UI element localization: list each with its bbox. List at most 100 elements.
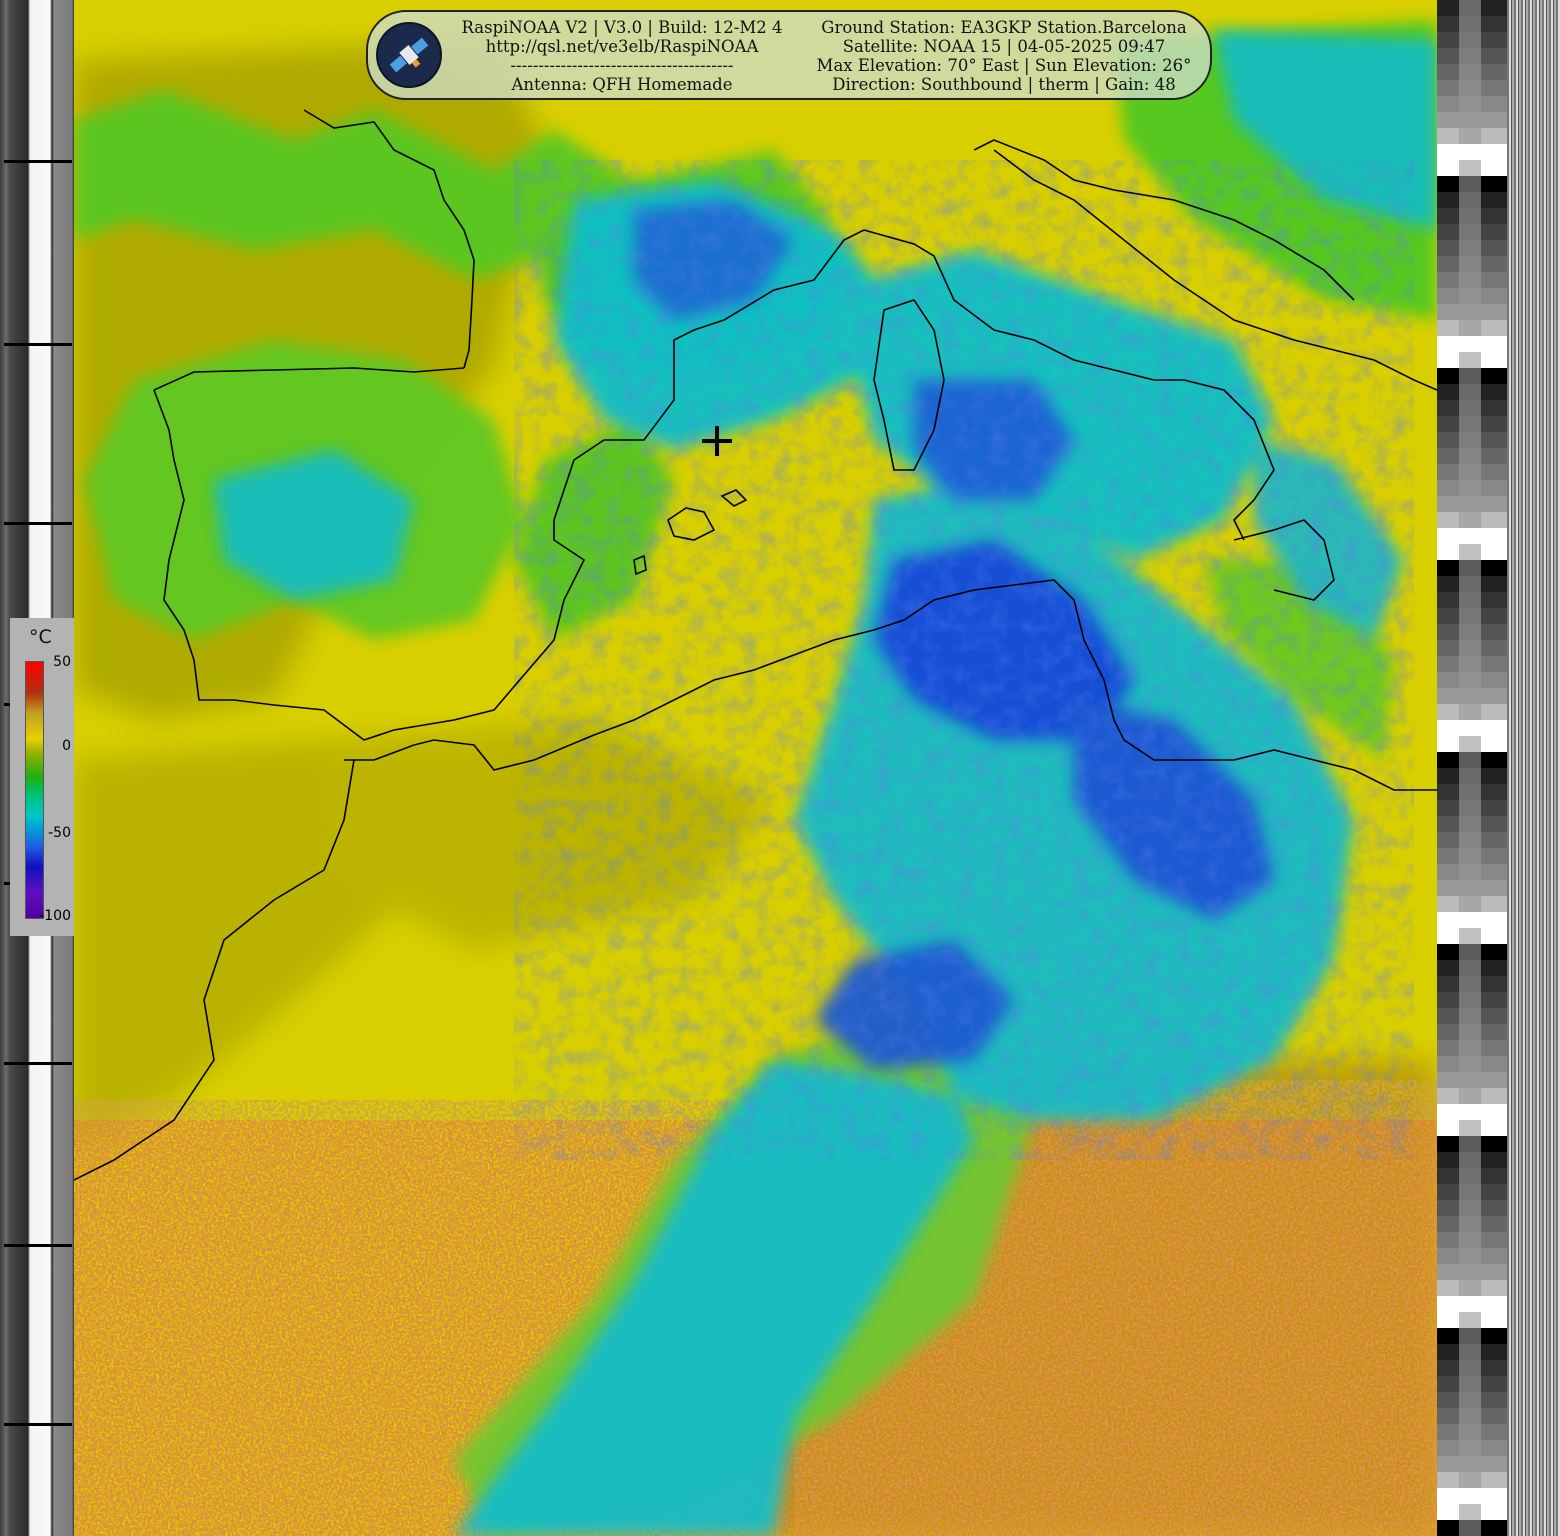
wedge-center (1459, 608, 1481, 624)
wedge-center (1459, 1344, 1481, 1360)
telemetry-noise-column (1507, 0, 1560, 1536)
wedge-center (1459, 112, 1481, 128)
wedge-center (1459, 976, 1481, 992)
wedge-center (1459, 144, 1481, 160)
wedge-center (1459, 320, 1481, 336)
sync-tick (4, 160, 72, 163)
wedge-center (1459, 1408, 1481, 1424)
wedge-center (1459, 528, 1481, 544)
wedge-center (1459, 400, 1481, 416)
antenna-info: Antenna: QFH Homemade (511, 75, 733, 94)
wedge-center (1459, 1152, 1481, 1168)
wedge-center (1459, 304, 1481, 320)
hud-left-column: RaspiNOAA V2 | V3.0 | Build: 12-M2 4 htt… (458, 18, 786, 94)
wedge-center (1459, 1376, 1481, 1392)
wedge-center (1459, 1120, 1481, 1136)
wedge-center (1459, 1456, 1481, 1472)
wedge-center (1459, 672, 1481, 688)
wedge-center (1459, 576, 1481, 592)
wedge-center (1459, 1136, 1481, 1152)
wedge-center (1459, 992, 1481, 1008)
wedge-center (1459, 1440, 1481, 1456)
wedge-center (1459, 736, 1481, 752)
wedge-center (1459, 1504, 1481, 1520)
temperature-legend: °C 50 0 -50 -100 (10, 618, 74, 936)
separator-line: ---------------------------------------- (510, 56, 734, 75)
wedge-center (1459, 928, 1481, 944)
calibration-wedges (1437, 0, 1507, 1536)
wedge-center (1459, 336, 1481, 352)
wedge-center (1459, 64, 1481, 80)
wedge-center (1459, 48, 1481, 64)
wedge-center (1459, 272, 1481, 288)
project-url: http://qsl.net/ve3elb/RaspiNOAA (485, 37, 759, 56)
legend-color-bar (25, 661, 44, 919)
direction-info: Direction: Southbound | therm | Gain: 48 (832, 75, 1176, 94)
wedge-center (1459, 1248, 1481, 1264)
wedge-center (1459, 352, 1481, 368)
wedge-center (1459, 208, 1481, 224)
wedge-center (1459, 80, 1481, 96)
satellite-icon (376, 22, 442, 88)
wedge-center (1459, 592, 1481, 608)
wedge-center (1459, 656, 1481, 672)
wedge-center (1459, 1328, 1481, 1344)
wedge-center (1459, 1232, 1481, 1248)
wedge-center (1459, 1264, 1481, 1280)
wedge-center (1459, 256, 1481, 272)
satellite-info: Satellite: NOAA 15 | 04-05-2025 09:47 (842, 37, 1166, 56)
software-version: RaspiNOAA V2 | V3.0 | Build: 12-M2 4 (461, 18, 783, 37)
wedge-center (1459, 1520, 1481, 1536)
wedge-center (1459, 432, 1481, 448)
legend-label-minus50: -50 (48, 825, 71, 841)
wedge-center (1459, 224, 1481, 240)
legend-label-50: 50 (53, 654, 71, 670)
wedge-center (1459, 1216, 1481, 1232)
ground-station: Ground Station: EA3GKP Station.Barcelona (821, 18, 1187, 37)
wedge-center (1459, 16, 1481, 32)
wedge-center (1459, 1296, 1481, 1312)
wedge-center (1459, 688, 1481, 704)
sync-tick (4, 1423, 72, 1426)
sync-tick (4, 343, 72, 346)
wedge-center (1459, 1424, 1481, 1440)
wedge-center (1459, 944, 1481, 960)
wedge-center (1459, 1088, 1481, 1104)
sync-tick (4, 1244, 72, 1247)
wedge-center (1459, 720, 1481, 736)
wedge-center (1459, 176, 1481, 192)
wedge-center (1459, 832, 1481, 848)
wedge-center (1459, 1040, 1481, 1056)
elevation-info: Max Elevation: 70° East | Sun Elevation:… (816, 56, 1192, 75)
wedge-center (1459, 768, 1481, 784)
wedge-center (1459, 752, 1481, 768)
wedge-center (1459, 192, 1481, 208)
legend-label-minus100: -100 (39, 908, 71, 924)
sync-tick (4, 522, 72, 525)
wedge-center (1459, 560, 1481, 576)
wedge-center (1459, 1008, 1481, 1024)
map-svg (74, 0, 1437, 1536)
wedge-center (1459, 1392, 1481, 1408)
wedge-center (1459, 880, 1481, 896)
legend-label-0: 0 (62, 738, 71, 754)
wedge-center (1459, 448, 1481, 464)
wedge-center (1459, 624, 1481, 640)
wedge-center (1459, 512, 1481, 528)
wedge-center (1459, 416, 1481, 432)
wedge-center (1459, 1200, 1481, 1216)
wedge-center (1459, 0, 1481, 16)
thermal-satellite-map (74, 0, 1437, 1536)
wedge-center (1459, 496, 1481, 512)
wedge-center (1459, 544, 1481, 560)
wedge-center (1459, 240, 1481, 256)
legend-unit: °C (29, 626, 52, 648)
wedge-center (1459, 464, 1481, 480)
wedge-center (1459, 912, 1481, 928)
wedge-center (1459, 960, 1481, 976)
wedge-center (1459, 784, 1481, 800)
wedge-center (1459, 1072, 1481, 1088)
wedge-center (1459, 1104, 1481, 1120)
wedge-center (1459, 384, 1481, 400)
sync-tick (4, 1062, 72, 1065)
